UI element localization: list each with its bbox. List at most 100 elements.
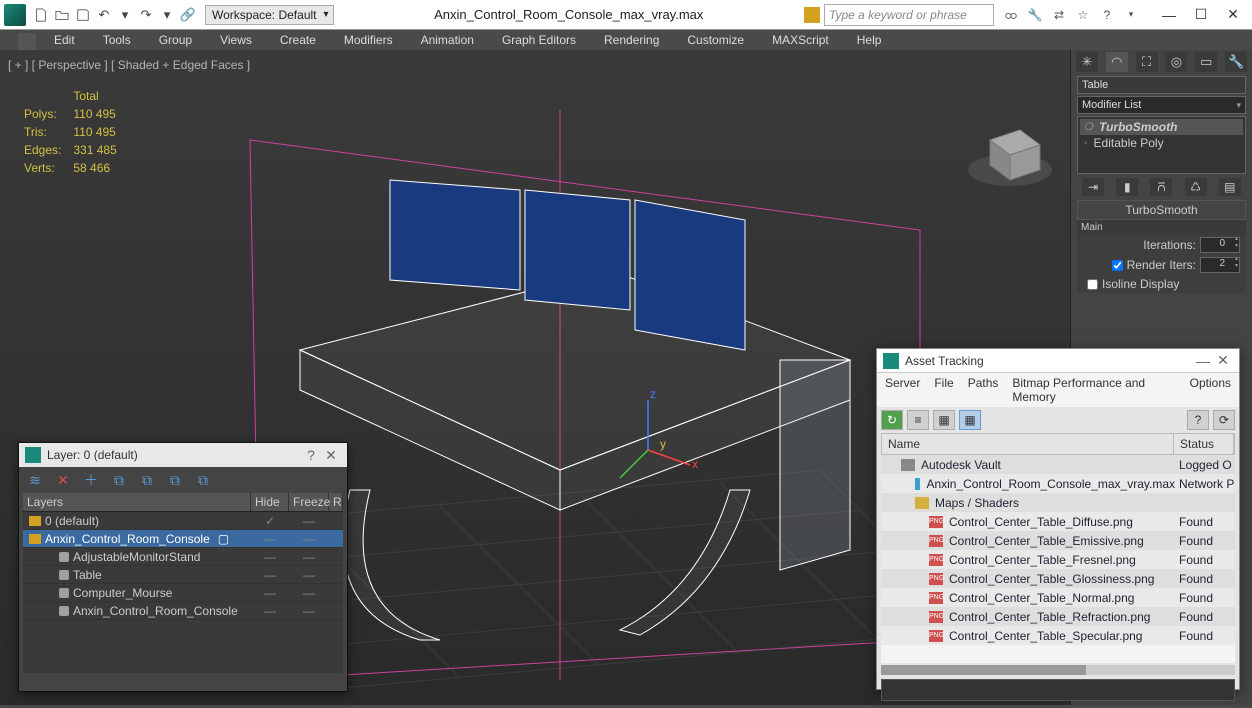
- asset-row[interactable]: PNGControl_Center_Table_Specular.pngFoun…: [881, 626, 1235, 645]
- asset-settings-icon[interactable]: ⟳: [1213, 410, 1235, 430]
- asset-menu-bitmap[interactable]: Bitmap Performance and Memory: [1012, 376, 1175, 404]
- menu-maxscript[interactable]: MAXScript: [768, 31, 833, 49]
- show-end-result-icon[interactable]: ▮: [1116, 178, 1138, 196]
- tab-motion-icon[interactable]: ◎: [1165, 52, 1187, 72]
- col-freeze[interactable]: Freeze: [289, 493, 329, 511]
- asset-col-status[interactable]: Status: [1174, 434, 1234, 454]
- asset-close-button[interactable]: ✕: [1213, 352, 1233, 369]
- asset-view-tree-icon[interactable]: ▦: [933, 410, 955, 430]
- workspace-selector[interactable]: Workspace: Default: [205, 5, 334, 25]
- layer-dialog-titlebar[interactable]: Layer: 0 (default) ? ✕: [19, 443, 347, 467]
- application-menu houten-icon[interactable]: [18, 33, 36, 51]
- new-file-icon[interactable]: [32, 6, 50, 24]
- hide-unhide-icon[interactable]: ⧉: [165, 471, 185, 489]
- menu-modifiers[interactable]: Modifiers: [340, 31, 397, 49]
- configure-sets-icon[interactable]: ▤: [1219, 178, 1241, 196]
- render-iters-checkbox[interactable]: [1112, 260, 1123, 271]
- undo-dropdown-icon[interactable]: ▾: [116, 6, 134, 24]
- modifier-stack[interactable]: ❍TurboSmooth ▫Editable Poly: [1077, 116, 1246, 174]
- add-to-layer-icon[interactable]: ＋: [81, 471, 101, 489]
- freeze-unfreeze-icon[interactable]: ⧉: [193, 471, 213, 489]
- menu-group[interactable]: Group: [155, 31, 196, 49]
- layer-row[interactable]: Table——: [23, 566, 343, 584]
- modifier-editable-poly[interactable]: ▫Editable Poly: [1080, 135, 1243, 151]
- select-highlight-icon[interactable]: ⧉: [109, 471, 129, 489]
- binoculars-icon[interactable]: [1002, 6, 1020, 24]
- redo-icon[interactable]: ↷: [137, 6, 155, 24]
- layer-row[interactable]: 0 (default)✓—: [23, 512, 343, 530]
- help-search-input[interactable]: Type a keyword or phrase: [824, 4, 994, 26]
- pin-stack-icon[interactable]: ⇥: [1082, 178, 1104, 196]
- asset-row[interactable]: PNGControl_Center_Table_Emissive.pngFoun…: [881, 531, 1235, 550]
- minimize-button[interactable]: —: [1154, 4, 1184, 26]
- menu-edit[interactable]: Edit: [50, 31, 79, 49]
- menu-help[interactable]: Help: [853, 31, 886, 49]
- lightbulb-icon[interactable]: ❍: [1084, 122, 1093, 133]
- open-file-icon[interactable]: [53, 6, 71, 24]
- make-unique-icon[interactable]: ⩃: [1150, 178, 1172, 196]
- menu-rendering[interactable]: Rendering: [600, 31, 663, 49]
- object-name-field[interactable]: Table: [1077, 76, 1246, 94]
- isoline-checkbox[interactable]: [1087, 279, 1098, 290]
- col-hide[interactable]: Hide: [251, 493, 289, 511]
- exchange-icon[interactable]: ⇄: [1050, 6, 1068, 24]
- undo-icon[interactable]: ↶: [95, 6, 113, 24]
- asset-minimize-button[interactable]: —: [1193, 353, 1213, 369]
- asset-row[interactable]: PNGControl_Center_Table_Normal.pngFound: [881, 588, 1235, 607]
- layer-close-button[interactable]: ✕: [321, 447, 341, 464]
- highlight-selected-icon[interactable]: ⧉: [137, 471, 157, 489]
- iterations-spinner[interactable]: 0: [1200, 237, 1240, 253]
- close-button[interactable]: ✕: [1218, 4, 1248, 26]
- favorite-icon[interactable]: ☆: [1074, 6, 1092, 24]
- help-icon[interactable]: ?: [1098, 6, 1116, 24]
- asset-horizontal-scrollbar[interactable]: [881, 665, 1235, 675]
- menu-views[interactable]: Views: [216, 31, 256, 49]
- menu-create[interactable]: Create: [276, 31, 320, 49]
- wrench-icon[interactable]: 🔧: [1026, 6, 1044, 24]
- help-dropdown-icon[interactable]: ▾: [1122, 6, 1140, 24]
- tab-create-icon[interactable]: ✳: [1076, 52, 1098, 72]
- layer-row[interactable]: Computer_Mourse——: [23, 584, 343, 602]
- asset-menu-server[interactable]: Server: [885, 376, 920, 404]
- layer-row[interactable]: Anxin_Control_Room_Console——: [23, 602, 343, 620]
- link-icon[interactable]: 🔗: [179, 6, 197, 24]
- asset-view-list-icon[interactable]: ≡: [907, 410, 929, 430]
- delete-layer-icon[interactable]: ✕: [53, 471, 73, 489]
- tab-hierarchy-icon[interactable]: ⛶: [1136, 52, 1158, 72]
- asset-row[interactable]: PNGControl_Center_Table_Fresnel.pngFound: [881, 550, 1235, 569]
- tab-utilities-icon[interactable]: 🔧: [1225, 52, 1247, 72]
- menu-animation[interactable]: Animation: [417, 31, 478, 49]
- menu-tools[interactable]: Tools: [99, 31, 135, 49]
- col-layers[interactable]: Layers: [23, 493, 251, 511]
- asset-menu-file[interactable]: File: [934, 376, 953, 404]
- asset-row[interactable]: PNGControl_Center_Table_Glossiness.pngFo…: [881, 569, 1235, 588]
- modifier-turbosmooth[interactable]: ❍TurboSmooth: [1080, 119, 1243, 135]
- asset-menu-options[interactable]: Options: [1190, 376, 1231, 404]
- asset-menu-paths[interactable]: Paths: [968, 376, 999, 404]
- asset-row[interactable]: PNGControl_Center_Table_Diffuse.pngFound: [881, 512, 1235, 531]
- asset-row[interactable]: Autodesk VaultLogged O: [881, 455, 1235, 474]
- asset-dialog-titlebar[interactable]: Asset Tracking — ✕: [877, 349, 1239, 373]
- redo-dropdown-icon[interactable]: ▾: [158, 6, 176, 24]
- asset-row[interactable]: PNGControl_Center_Table_Refraction.pngFo…: [881, 607, 1235, 626]
- rollout-header[interactable]: TurboSmooth: [1077, 200, 1246, 220]
- asset-refresh-icon[interactable]: ↻: [881, 410, 903, 430]
- asset-help-icon[interactable]: ?: [1187, 410, 1209, 430]
- remove-modifier-icon[interactable]: ♺: [1185, 178, 1207, 196]
- tab-modify-icon[interactable]: ◠: [1106, 52, 1128, 72]
- menu-customize[interactable]: Customize: [683, 31, 748, 49]
- layer-help-button[interactable]: ?: [301, 447, 321, 463]
- asset-search-field[interactable]: [881, 679, 1235, 701]
- asset-row[interactable]: Anxin_Control_Room_Console_max_vray.maxN…: [881, 474, 1235, 493]
- modifier-list-dropdown[interactable]: Modifier List: [1077, 96, 1246, 114]
- render-iters-spinner[interactable]: 2: [1200, 257, 1240, 273]
- maximize-button[interactable]: ☐: [1186, 4, 1216, 26]
- tab-display-icon[interactable]: ▭: [1195, 52, 1217, 72]
- save-icon[interactable]: [74, 6, 92, 24]
- col-render[interactable]: R: [329, 493, 343, 511]
- layer-row[interactable]: Anxin_Control_Room_Console▢——: [23, 530, 343, 548]
- asset-col-name[interactable]: Name: [882, 434, 1174, 454]
- asset-view-table-icon[interactable]: ▦: [959, 410, 981, 430]
- new-layer-icon[interactable]: ≋: [25, 471, 45, 489]
- layer-row[interactable]: AdjustableMonitorStand——: [23, 548, 343, 566]
